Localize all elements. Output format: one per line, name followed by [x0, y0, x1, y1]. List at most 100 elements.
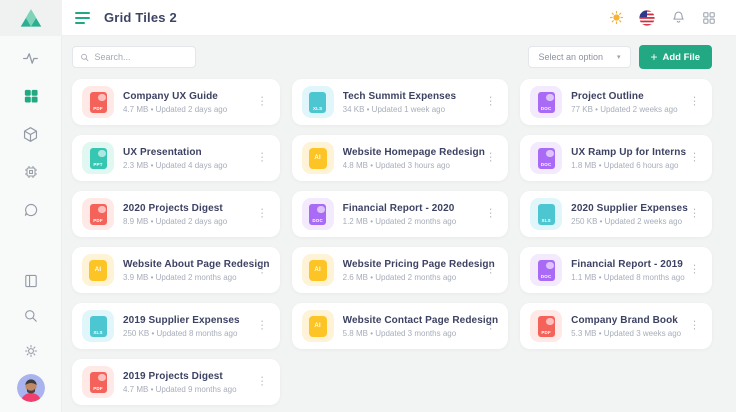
- sidebar-item-layout[interactable]: [19, 269, 43, 293]
- file-type-icon: XLS: [82, 310, 114, 342]
- sidebar-item-activity[interactable]: [19, 46, 43, 70]
- file-card[interactable]: PDF 2019 Projects Digest 4.7 MB • Update…: [72, 359, 280, 405]
- file-meta: 250 KB • Updated 8 months ago: [123, 329, 240, 338]
- file-type-label: PDF: [93, 218, 103, 223]
- theme-sun-icon[interactable]: [607, 9, 625, 27]
- file-info: Financial Report - 2019 1.1 MB • Updated…: [571, 259, 685, 282]
- file-title: UX Presentation: [123, 147, 227, 158]
- file-info: Project Outline 77 KB • Updated 2 weeks …: [571, 91, 677, 114]
- more-options-button[interactable]: ⋮: [254, 94, 271, 111]
- app-logo[interactable]: [0, 0, 62, 36]
- file-card[interactable]: AI Website About Page Redesign 3.9 MB • …: [72, 247, 280, 293]
- top-header: Grid Tiles 2: [62, 0, 736, 36]
- more-options-button[interactable]: ⋮: [482, 94, 499, 111]
- file-type-icon: AI: [82, 254, 114, 286]
- file-type-icon: XLS: [302, 86, 334, 118]
- file-meta: 4.7 MB • Updated 2 days ago: [123, 105, 227, 114]
- file-type-label: DOC: [541, 274, 552, 279]
- filter-select[interactable]: Select an option ▾: [528, 46, 630, 68]
- user-avatar[interactable]: [17, 374, 45, 402]
- file-meta: 8.9 MB • Updated 2 days ago: [123, 217, 227, 226]
- file-card[interactable]: PDF Company UX Guide 4.7 MB • Updated 2 …: [72, 79, 280, 125]
- language-us-flag-icon[interactable]: [638, 9, 656, 27]
- more-options-button[interactable]: ⋮: [482, 150, 499, 167]
- file-info: 2019 Projects Digest 4.7 MB • Updated 9 …: [123, 371, 237, 394]
- file-card[interactable]: AI Website Pricing Page Redesign 2.6 MB …: [292, 247, 509, 293]
- layout-icon: [23, 273, 39, 289]
- file-type-icon: PDF: [82, 366, 114, 398]
- file-info: UX Presentation 2.3 MB • Updated 4 days …: [123, 147, 227, 170]
- file-type-label: DOC: [541, 106, 552, 111]
- sidebar-item-grid-tiles[interactable]: [19, 84, 43, 108]
- add-file-button[interactable]: + Add File: [639, 45, 713, 69]
- file-type-badge: DOC: [538, 260, 555, 281]
- more-options-button[interactable]: ⋮: [254, 374, 271, 391]
- more-options-button[interactable]: ⋮: [254, 206, 271, 223]
- file-info: Financial Report - 2020 1.2 MB • Updated…: [343, 203, 457, 226]
- file-type-icon: PDF: [82, 198, 114, 230]
- sidebar-item-settings[interactable]: [19, 339, 43, 363]
- menu-toggle-icon[interactable]: [75, 12, 90, 24]
- toolbar-right: Select an option ▾ + Add File: [528, 45, 712, 69]
- sidebar-nav-bottom: [17, 269, 45, 412]
- file-card[interactable]: DOC Financial Report - 2019 1.1 MB • Upd…: [520, 247, 712, 293]
- file-card[interactable]: DOC Financial Report - 2020 1.2 MB • Upd…: [292, 191, 509, 237]
- sidebar-item-box[interactable]: [19, 122, 43, 146]
- file-title: Financial Report - 2019: [571, 259, 685, 270]
- file-card[interactable]: DOC UX Ramp Up for Interns 1.8 MB • Upda…: [520, 135, 712, 181]
- apps-grid-icon[interactable]: [700, 9, 718, 27]
- chevron-down-icon: ▾: [617, 53, 621, 61]
- avatar-image: [17, 374, 45, 402]
- file-meta: 4.7 MB • Updated 9 months ago: [123, 385, 237, 394]
- file-card[interactable]: PDF Company Brand Book 5.3 MB • Updated …: [520, 303, 712, 349]
- search-icon: [80, 52, 90, 63]
- more-options-button[interactable]: ⋮: [686, 94, 703, 111]
- file-type-label: PPT: [93, 162, 102, 167]
- more-options-button[interactable]: ⋮: [482, 262, 499, 279]
- more-options-button[interactable]: ⋮: [254, 262, 271, 279]
- file-info: Company Brand Book 5.3 MB • Updated 3 we…: [571, 315, 681, 338]
- more-options-button[interactable]: ⋮: [482, 206, 499, 223]
- file-card[interactable]: AI Website Contact Page Redesign 5.8 MB …: [292, 303, 509, 349]
- file-title: Company Brand Book: [571, 315, 681, 326]
- file-card[interactable]: PDF 2020 Projects Digest 8.9 MB • Update…: [72, 191, 280, 237]
- more-options-button[interactable]: ⋮: [254, 150, 271, 167]
- file-meta: 4.8 MB • Updated 3 hours ago: [343, 161, 485, 170]
- more-options-button[interactable]: ⋮: [482, 318, 499, 335]
- more-options-button[interactable]: ⋮: [686, 262, 703, 279]
- file-type-label: AI: [314, 323, 320, 329]
- more-options-button[interactable]: ⋮: [686, 206, 703, 223]
- sidebar-item-chat[interactable]: [19, 198, 43, 222]
- search-icon: [23, 308, 39, 324]
- file-info: UX Ramp Up for Interns 1.8 MB • Updated …: [571, 147, 686, 170]
- plus-icon: +: [651, 51, 658, 63]
- more-options-button[interactable]: ⋮: [686, 318, 703, 335]
- file-type-badge: DOC: [538, 92, 555, 113]
- file-toolbar: Select an option ▾ + Add File: [72, 45, 712, 69]
- file-type-badge: PDF: [90, 92, 107, 113]
- sidebar-item-search[interactable]: [19, 304, 43, 328]
- file-card[interactable]: XLS 2020 Supplier Expenses 250 KB • Upda…: [520, 191, 712, 237]
- search-input[interactable]: [95, 52, 188, 62]
- file-card[interactable]: PPT UX Presentation 2.3 MB • Updated 4 d…: [72, 135, 280, 181]
- file-meta: 2.6 MB • Updated 2 months ago: [343, 273, 495, 282]
- file-info: 2020 Projects Digest 8.9 MB • Updated 2 …: [123, 203, 227, 226]
- more-options-button[interactable]: ⋮: [686, 150, 703, 167]
- sidebar-item-cpu[interactable]: [19, 160, 43, 184]
- file-type-label: XLS: [93, 330, 102, 335]
- file-card[interactable]: AI Website Homepage Redesign 4.8 MB • Up…: [292, 135, 509, 181]
- file-card[interactable]: XLS Tech Summit Expenses 34 KB • Updated…: [292, 79, 509, 125]
- more-options-button[interactable]: ⋮: [254, 318, 271, 335]
- file-card[interactable]: DOC Project Outline 77 KB • Updated 2 we…: [520, 79, 712, 125]
- box-icon: [22, 126, 39, 143]
- file-type-icon: AI: [302, 310, 334, 342]
- file-card[interactable]: XLS 2019 Supplier Expenses 250 KB • Upda…: [72, 303, 280, 349]
- notifications-bell-icon[interactable]: [669, 9, 687, 27]
- file-title: Tech Summit Expenses: [343, 91, 457, 102]
- file-type-label: PDF: [541, 330, 551, 335]
- cpu-icon: [23, 164, 39, 180]
- file-grid: PDF Company UX Guide 4.7 MB • Updated 2 …: [72, 79, 712, 405]
- activity-icon: [22, 50, 39, 67]
- file-type-badge: PPT: [90, 148, 107, 169]
- main-area: Grid Tiles 2: [62, 0, 736, 412]
